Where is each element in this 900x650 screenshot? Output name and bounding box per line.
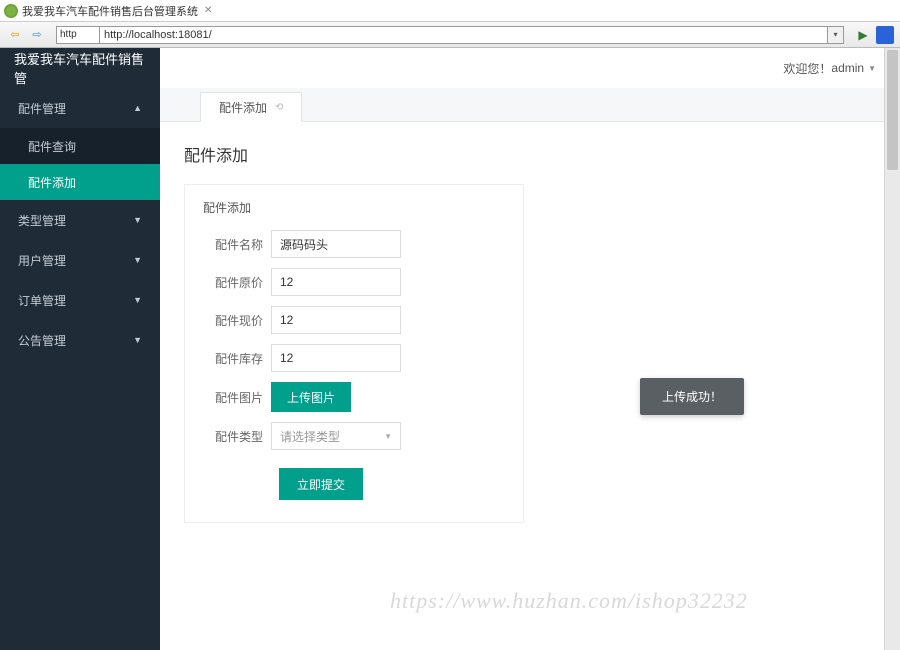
sidebar-group-parts[interactable]: 配件管理 bbox=[0, 88, 160, 128]
app-container: 我爱我车汽车配件销售管 配件管理 配件查询 配件添加 类型管理 用户管理 订单管… bbox=[0, 48, 900, 650]
browser-titlebar: 我爱我车汽车配件销售后台管理系统 ✕ bbox=[0, 0, 900, 22]
sidebar: 我爱我车汽车配件销售管 配件管理 配件查询 配件添加 类型管理 用户管理 订单管… bbox=[0, 48, 160, 650]
topbar: 欢迎您！ admin ▼ bbox=[160, 48, 900, 88]
main-area: 欢迎您！ admin ▼ 配件添加 ⟲ 配件添加 配件添加 配件名称 bbox=[160, 48, 900, 650]
tab-label: 配件添加 bbox=[219, 99, 267, 116]
input-now-price[interactable] bbox=[271, 306, 401, 334]
sidebar-group-label: 类型管理 bbox=[18, 212, 66, 229]
form-row-type: 配件类型 请选择类型 ▼ bbox=[203, 422, 505, 450]
browser-tool-button[interactable] bbox=[876, 26, 894, 44]
scrollbar-thumb[interactable] bbox=[887, 50, 898, 170]
form-row-now-price: 配件现价 bbox=[203, 306, 505, 334]
chevron-down-icon bbox=[133, 215, 142, 225]
select-placeholder: 请选择类型 bbox=[280, 428, 340, 445]
card-title: 配件添加 bbox=[203, 199, 505, 216]
welcome-text: 欢迎您！ bbox=[783, 60, 831, 77]
sidebar-group-label: 订单管理 bbox=[18, 292, 66, 309]
input-orig-price[interactable] bbox=[271, 268, 401, 296]
sidebar-group-order[interactable]: 订单管理 bbox=[0, 280, 160, 320]
sidebar-item-parts-add[interactable]: 配件添加 bbox=[0, 164, 160, 200]
browser-tab-title: 我爱我车汽车配件销售后台管理系统 bbox=[22, 3, 198, 19]
refresh-icon[interactable]: ⟲ bbox=[275, 102, 283, 113]
user-dropdown-icon[interactable]: ▼ bbox=[868, 64, 876, 73]
sidebar-item-label: 配件添加 bbox=[28, 174, 76, 191]
label-stock: 配件库存 bbox=[203, 350, 271, 367]
url-scheme-select[interactable]: http bbox=[56, 26, 100, 44]
url-input[interactable] bbox=[100, 26, 828, 44]
upload-image-button[interactable]: 上传图片 bbox=[271, 382, 351, 412]
tabs-row: 配件添加 ⟲ bbox=[160, 88, 900, 122]
select-type[interactable]: 请选择类型 ▼ bbox=[271, 422, 401, 450]
toast-message: 上传成功！ bbox=[640, 378, 744, 415]
input-name[interactable] bbox=[271, 230, 401, 258]
chevron-down-icon bbox=[133, 255, 142, 265]
submit-button[interactable]: 立即提交 bbox=[279, 468, 363, 500]
sidebar-group-label: 用户管理 bbox=[18, 252, 66, 269]
input-stock[interactable] bbox=[271, 344, 401, 372]
label-orig-price: 配件原价 bbox=[203, 274, 271, 291]
chevron-down-icon bbox=[133, 295, 142, 305]
chevron-down-icon bbox=[133, 335, 142, 345]
page-title: 配件添加 bbox=[184, 142, 876, 166]
submit-row: 立即提交 bbox=[203, 468, 505, 500]
sidebar-group-label: 配件管理 bbox=[18, 100, 66, 117]
browser-toolbar: ⇦ ⇨ http ▾ ▶ bbox=[0, 22, 900, 48]
sidebar-group-user[interactable]: 用户管理 bbox=[0, 240, 160, 280]
label-type: 配件类型 bbox=[203, 428, 271, 445]
form-row-name: 配件名称 bbox=[203, 230, 505, 258]
sidebar-group-type[interactable]: 类型管理 bbox=[0, 200, 160, 240]
label-name: 配件名称 bbox=[203, 236, 271, 253]
url-dropdown-icon[interactable]: ▾ bbox=[828, 26, 844, 44]
form-row-stock: 配件库存 bbox=[203, 344, 505, 372]
tab-close-icon[interactable]: ✕ bbox=[204, 5, 212, 16]
sidebar-item-label: 配件查询 bbox=[28, 138, 76, 155]
go-button[interactable]: ▶ bbox=[854, 26, 872, 44]
sidebar-group-notice[interactable]: 公告管理 bbox=[0, 320, 160, 360]
tab-parts-add[interactable]: 配件添加 ⟲ bbox=[200, 92, 302, 122]
favicon-icon bbox=[4, 4, 18, 18]
form-card: 配件添加 配件名称 配件原价 配件现价 配件库存 bbox=[184, 184, 524, 523]
vertical-scrollbar[interactable] bbox=[884, 48, 900, 650]
content-area: 配件添加 配件添加 配件名称 配件原价 配件现价 配件库存 bbox=[160, 122, 900, 650]
chevron-up-icon bbox=[133, 103, 142, 113]
sidebar-group-label: 公告管理 bbox=[18, 332, 66, 349]
label-image: 配件图片 bbox=[203, 389, 271, 406]
nav-back-button[interactable]: ⇦ bbox=[6, 26, 24, 44]
form-row-orig-price: 配件原价 bbox=[203, 268, 505, 296]
sidebar-item-parts-query[interactable]: 配件查询 bbox=[0, 128, 160, 164]
username-label[interactable]: admin bbox=[831, 61, 864, 75]
nav-forward-button[interactable]: ⇨ bbox=[28, 26, 46, 44]
form-row-image: 配件图片 上传图片 bbox=[203, 382, 505, 412]
chevron-down-icon: ▼ bbox=[384, 432, 392, 441]
url-bar-wrap: http ▾ bbox=[56, 26, 844, 44]
label-now-price: 配件现价 bbox=[203, 312, 271, 329]
brand-title: 我爱我车汽车配件销售管 bbox=[0, 48, 160, 88]
